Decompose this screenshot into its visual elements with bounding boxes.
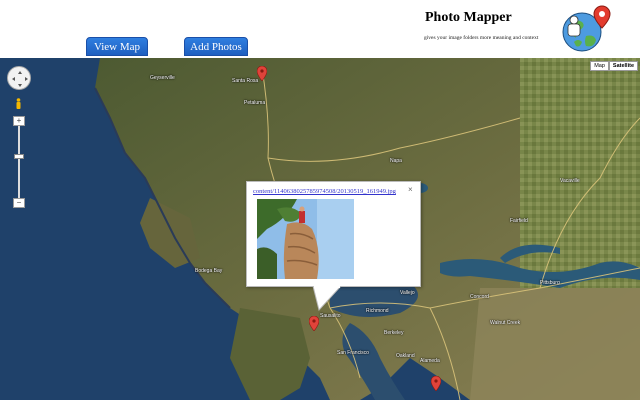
place-label: Berkeley (384, 330, 404, 336)
app-title: Photo Mapper (425, 10, 512, 25)
globe-with-map-pin-icon (562, 5, 611, 52)
place-label: Oakland (396, 353, 415, 359)
map-type-satellite-button[interactable]: Satellite (608, 61, 638, 71)
add-photos-button[interactable]: Add Photos (184, 37, 248, 56)
zoom-slider-handle[interactable] (14, 154, 24, 159)
close-icon[interactable]: × (408, 186, 416, 194)
map-type-map-button[interactable]: Map (590, 61, 609, 71)
place-label: Pittsburg (540, 280, 560, 286)
map-marker-icon[interactable] (309, 316, 319, 331)
zoom-track (18, 126, 20, 198)
photo-mapper-app: View Map Add Photos Photo Mapper gives y… (0, 0, 640, 400)
place-label: Fairfield (510, 218, 528, 224)
place-label: Sausalito (320, 313, 341, 319)
zoom-out-button[interactable]: − (13, 198, 25, 208)
zoom-in-button[interactable]: + (13, 116, 25, 126)
zoom-control: + − (13, 116, 25, 208)
place-label: Walnut Creek (490, 320, 521, 326)
photo-thumbnail-icon[interactable] (257, 199, 354, 279)
place-label: Napa (390, 158, 402, 164)
place-label: Geyserville (150, 75, 175, 81)
satellite-map[interactable]: Santa Rosa Geyserville Petaluma Napa Val… (0, 58, 640, 400)
place-label: Concord (470, 294, 489, 300)
place-label: Richmond (366, 308, 389, 314)
place-label: Vacaville (560, 178, 580, 184)
street-view-pegman-icon[interactable] (15, 98, 22, 110)
photo-link[interactable]: content/1140638025785974508/20130519_161… (253, 188, 396, 195)
view-map-button[interactable]: View Map (86, 37, 148, 56)
place-label: Alameda (420, 358, 440, 364)
info-window: content/1140638025785974508/20130519_161… (246, 181, 421, 287)
pan-control-icon[interactable] (7, 66, 31, 90)
header: View Map Add Photos Photo Mapper gives y… (0, 0, 640, 58)
map-marker-icon[interactable] (431, 376, 441, 391)
info-window-pointer (312, 286, 342, 311)
map-type-control: Map Satellite (590, 61, 638, 71)
place-label: Vallejo (400, 290, 415, 296)
place-label: Petaluma (244, 100, 266, 106)
place-label: Santa Rosa (232, 78, 259, 84)
place-label: San Francisco (337, 350, 369, 356)
map-marker-icon[interactable] (257, 66, 267, 81)
place-label: Bodega Bay (195, 268, 223, 274)
app-tagline: gives your image folders more meaning an… (424, 35, 539, 41)
